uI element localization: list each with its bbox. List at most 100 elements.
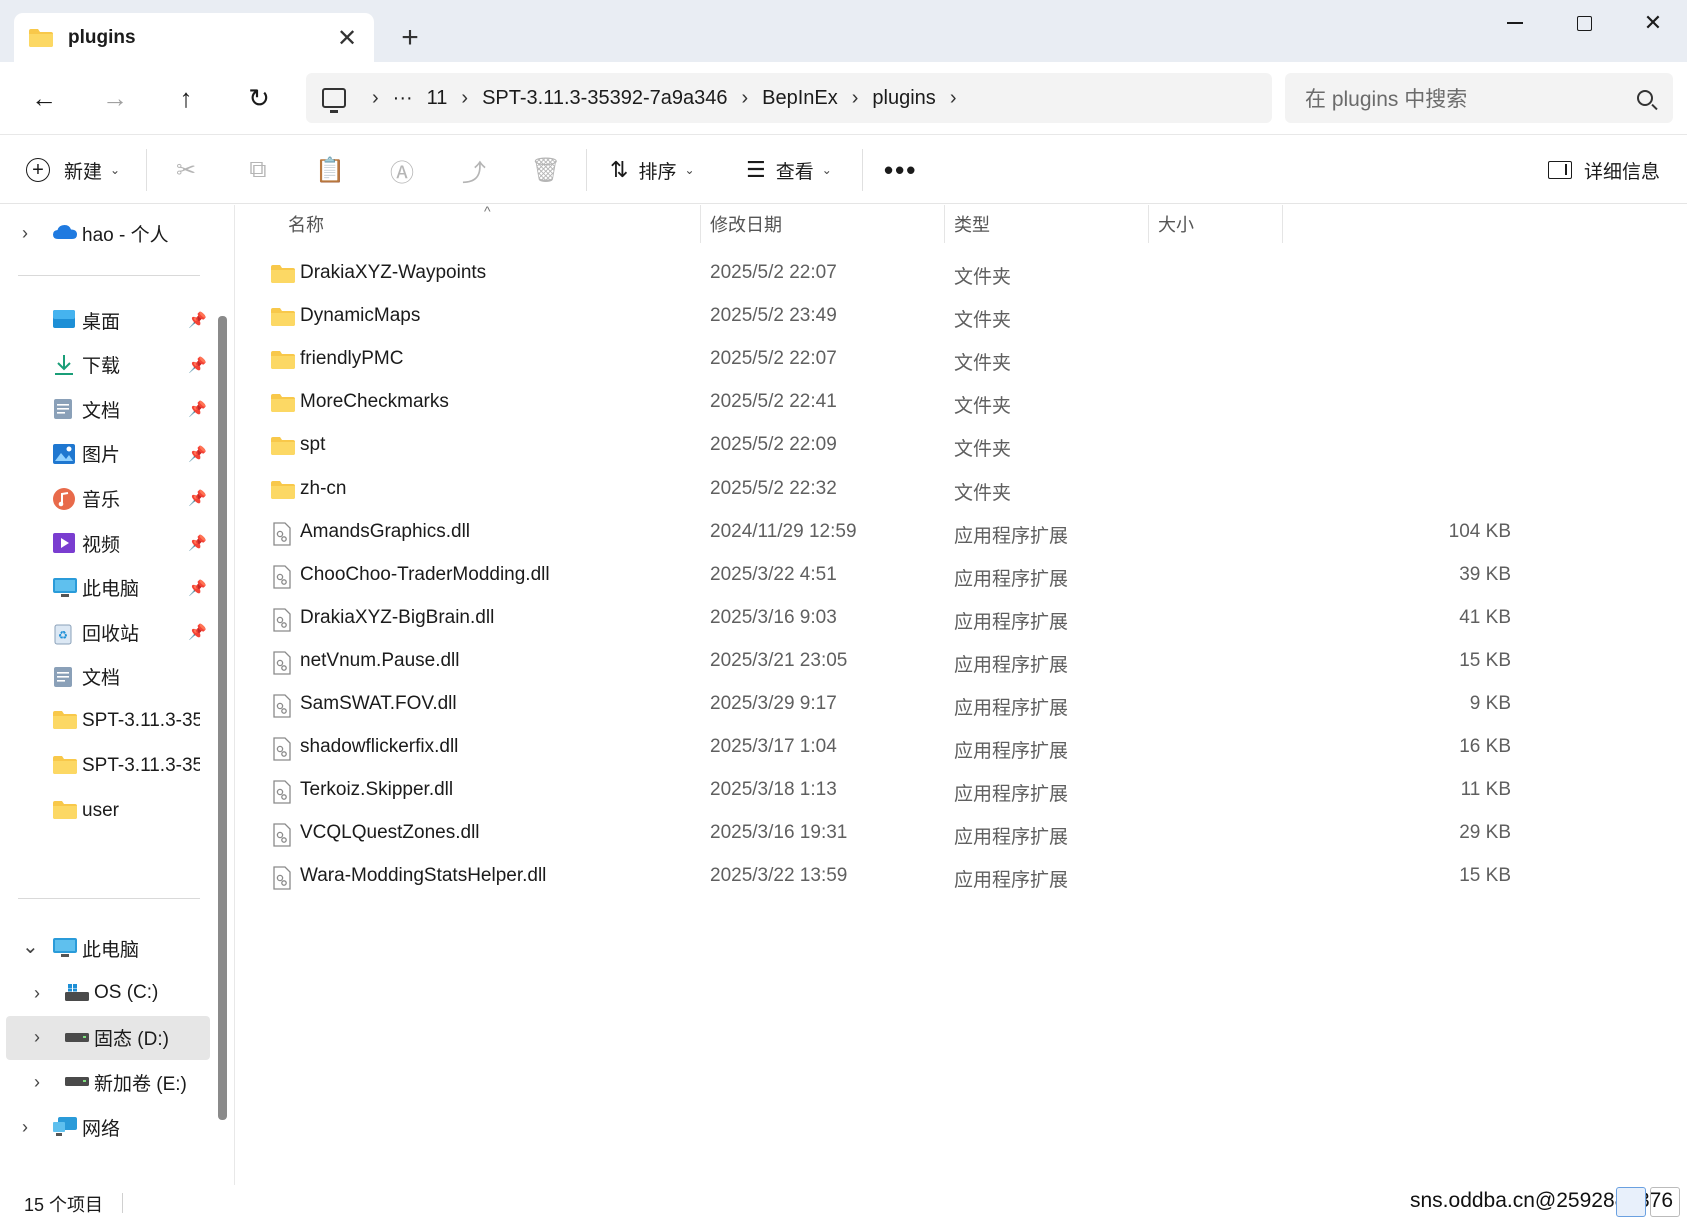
file-name[interactable]: DrakiaXYZ-BigBrain.dll [300,607,494,629]
table-row[interactable]: DrakiaXYZ-Waypoints 2025/5/2 22:07 文件夹 [236,252,1686,295]
rename-icon[interactable]: Ⓐ [387,155,417,187]
file-name[interactable]: DrakiaXYZ-Waypoints [300,262,486,284]
close-icon[interactable]: ✕ [334,25,360,52]
breadcrumb-overflow[interactable]: ··· [393,87,413,110]
pin-icon[interactable]: 📌 [188,356,207,374]
file-name[interactable]: spt [300,434,325,456]
cut-icon[interactable]: ✂ [171,155,201,185]
column-divider[interactable] [1282,205,1283,243]
chevron-right-icon[interactable]: › [22,1117,28,1138]
breadcrumb-item-11[interactable]: 11 [427,87,448,110]
more-options-button[interactable]: ••• [884,149,917,191]
window-close-button[interactable]: ✕ [1617,0,1687,46]
column-divider[interactable] [944,205,945,243]
chevron-right-icon[interactable]: › [34,983,40,1004]
file-name[interactable]: netVnum.Pause.dll [300,650,460,672]
breadcrumb[interactable]: › ··· 11 › SPT-3.11.3-35392-7a9a346 › Be… [306,73,1272,123]
paste-icon[interactable]: 📋 [315,155,345,185]
chevron-right-icon[interactable]: › [372,87,379,110]
table-row[interactable]: DrakiaXYZ-BigBrain.dll 2025/3/16 9:03 应用程序… [236,597,1686,640]
search-input[interactable]: 在 plugins 中搜索 [1305,83,1637,113]
search-box[interactable]: 在 plugins 中搜索 [1285,73,1673,123]
column-divider[interactable] [700,205,701,243]
sidebar-item-this-pc[interactable]: 此电脑 📌 [0,566,210,610]
sidebar-item-music[interactable]: 音乐 📌 [0,476,210,520]
sidebar-scrollbar[interactable] [218,316,227,1120]
pin-icon[interactable]: 📌 [188,311,207,329]
sidebar-item-desktop[interactable]: 桌面 📌 [0,298,210,342]
copy-icon[interactable]: ⧉ [243,155,273,185]
chevron-right-icon[interactable]: › [34,1027,40,1048]
share-icon[interactable]: ⤴ [459,155,489,187]
sort-button[interactable]: ⇅ 排序 ⌄ [610,149,695,191]
maximize-button[interactable] [1548,0,1620,46]
sidebar-item-pictures[interactable]: 图片 📌 [0,432,210,476]
table-row[interactable]: ChooChoo-TraderModding.dll 2025/3/22 4:51… [236,554,1686,597]
up-button[interactable]: ↑ [164,76,208,120]
chevron-right-icon[interactable]: › [741,87,748,110]
column-header-name[interactable]: 名称 [288,205,324,243]
pin-icon[interactable]: 📌 [188,623,207,641]
table-row[interactable]: Wara-ModdingStatsHelper.dll 2025/3/22 13:… [236,855,1686,898]
chevron-right-icon[interactable]: › [34,1072,40,1093]
breadcrumb-item-spt[interactable]: SPT-3.11.3-35392-7a9a346 [482,87,727,110]
table-row[interactable]: netVnum.Pause.dll 2025/3/21 23:05 应用程序扩展 15… [236,640,1686,683]
table-row[interactable]: VCQLQuestZones.dll 2025/3/16 19:31 应用程序扩展 2… [236,812,1686,855]
search-icon[interactable] [1637,90,1653,106]
sidebar-item-folder[interactable]: SPT-3.11.3-353 [0,699,210,743]
file-name[interactable]: zh-cn [300,478,346,500]
chevron-right-icon[interactable]: › [950,87,957,110]
file-name[interactable]: shadowflickerfix.dll [300,736,458,758]
pin-icon[interactable]: 📌 [188,534,207,552]
column-header-date[interactable]: 修改日期 [710,205,782,243]
sidebar-item-recycle-bin[interactable]: ♻ 回收站 📌 [0,610,210,654]
new-tab-button[interactable]: + [392,20,428,56]
sidebar-item-network[interactable]: › 网络 [0,1105,210,1149]
table-row[interactable]: AmandsGraphics.dll 2024/11/29 12:59 应用程序扩展… [236,511,1686,554]
sidebar-item-folder[interactable]: SPT-3.11.3-353 [0,744,210,788]
tiles-view-button[interactable] [1650,1187,1680,1217]
sidebar-item-onedrive[interactable]: › hao - 个人 [0,211,210,255]
sidebar-item-download[interactable]: 下载 📌 [0,343,210,387]
sidebar-item-documents[interactable]: 文档 📌 [0,387,210,431]
column-header-type[interactable]: 类型 [954,205,990,243]
details-view-button[interactable] [1616,1187,1646,1217]
file-name[interactable]: Wara-ModdingStatsHelper.dll [300,865,546,887]
file-name[interactable]: MoreCheckmarks [300,391,449,413]
column-divider[interactable] [1148,205,1149,243]
details-pane-button[interactable]: 详细信息 [1548,149,1660,191]
chevron-down-icon[interactable]: ⌄ [22,934,39,959]
table-row[interactable]: SamSWAT.FOV.dll 2025/3/29 9:17 应用程序扩展 9 KB [236,683,1686,726]
breadcrumb-item-bepinex[interactable]: BepInEx [762,87,838,110]
sidebar-item-videos[interactable]: 视频 📌 [0,521,210,565]
table-row[interactable]: Terkoiz.Skipper.dll 2025/3/18 1:13 应用程序扩展 1… [236,769,1686,812]
sidebar-item-documents[interactable]: 文档 [0,655,210,699]
table-row[interactable]: shadowflickerfix.dll 2025/3/17 1:04 应用程序扩展… [236,726,1686,769]
file-name[interactable]: SamSWAT.FOV.dll [300,693,457,715]
sidebar-item-drive[interactable]: › OS (C:) [0,971,210,1015]
pin-icon[interactable]: 📌 [188,400,207,418]
sidebar-item-folder[interactable]: user [0,789,210,833]
file-name[interactable]: Terkoiz.Skipper.dll [300,779,453,801]
chevron-right-icon[interactable]: › [852,87,859,110]
file-name[interactable]: friendlyPMC [300,348,403,370]
chevron-right-icon[interactable]: › [22,223,28,244]
delete-icon[interactable]: 🗑 [531,155,561,185]
file-name[interactable]: ChooChoo-TraderModding.dll [300,564,550,586]
sidebar-item-drive[interactable]: › 新加卷 (E:) [0,1060,210,1104]
minimize-button[interactable] [1479,0,1551,46]
forward-button[interactable]: → [93,76,137,120]
chevron-right-icon[interactable]: › [461,87,468,110]
pin-icon[interactable]: 📌 [188,445,207,463]
table-row[interactable]: spt 2025/5/2 22:09 文件夹 [236,424,1686,467]
file-name[interactable]: VCQLQuestZones.dll [300,822,480,844]
table-row[interactable]: MoreCheckmarks 2025/5/2 22:41 文件夹 [236,381,1686,424]
table-row[interactable]: friendlyPMC 2025/5/2 22:07 文件夹 [236,338,1686,381]
new-button[interactable]: + 新建 ⌄ [26,149,120,191]
pin-icon[interactable]: 📌 [188,579,207,597]
sidebar-item-this-pc[interactable]: ⌄ 此电脑 [0,926,210,970]
tab-plugins[interactable]: plugins ✕ [14,13,374,62]
breadcrumb-item-plugins[interactable]: plugins [872,87,935,110]
view-button[interactable]: ☰ 查看 ⌄ [746,149,832,191]
file-name[interactable]: AmandsGraphics.dll [300,521,470,543]
